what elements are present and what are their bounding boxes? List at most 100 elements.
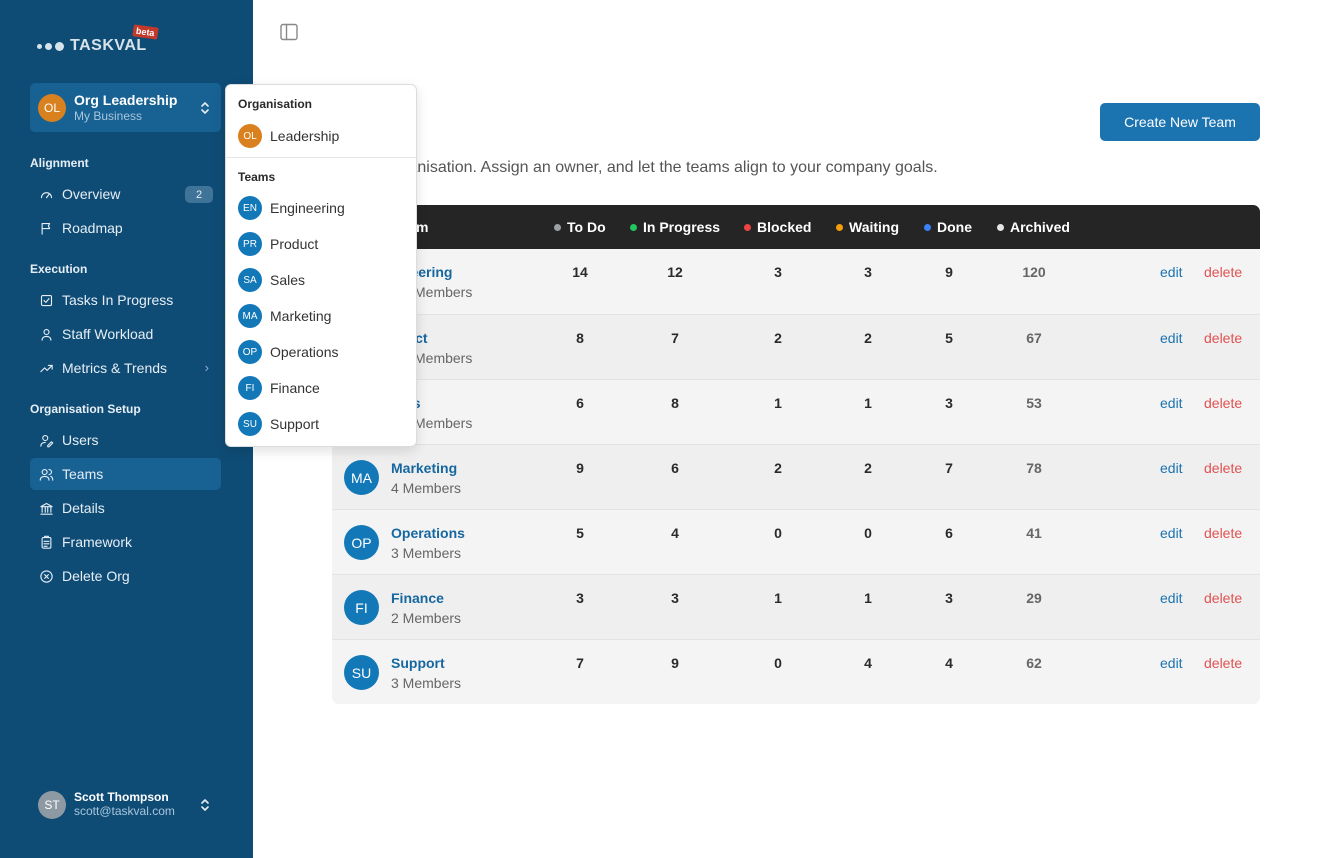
edit-link[interactable]: edit (1160, 460, 1183, 476)
delete-link[interactable]: delete (1204, 655, 1242, 671)
count-blocked: 2 (774, 330, 782, 346)
sidebar-item-label: Delete Org (62, 568, 130, 584)
edit-link[interactable]: edit (1160, 330, 1183, 346)
clipboard-icon (38, 534, 54, 550)
dropdown-team-item[interactable]: FI Finance (230, 372, 414, 404)
sidebar-item-tasks-in-progress[interactable]: Tasks In Progress (30, 284, 221, 316)
team-member-count: 3 Members (391, 675, 462, 691)
delete-link[interactable]: delete (1204, 460, 1242, 476)
sidebar-item-overview[interactable]: Overview 2 (30, 178, 221, 210)
count-done: 7 (945, 460, 953, 476)
users-icon (38, 466, 54, 482)
dropdown-team-item[interactable]: MA Marketing (230, 300, 414, 332)
table-body: ineeringMembers1412339120editdeleteductM… (332, 249, 1260, 704)
count-blocked: 0 (774, 655, 782, 671)
sidebar-item-label: Teams (62, 466, 104, 482)
table-row: OP Operations 3 Members 5 4 0 0 6 41 edit delete (332, 509, 1260, 574)
dropdown-team-item[interactable]: OP Operations (230, 336, 414, 368)
dropdown-team-item[interactable]: SA Sales (230, 264, 414, 296)
team-avatar: PR (238, 232, 262, 256)
user-icon (38, 326, 54, 342)
page-description: to your organisation. Assign an owner, a… (332, 159, 938, 176)
dropdown-item-label: Marketing (270, 308, 332, 324)
header-blocked: Blocked (744, 219, 811, 235)
create-new-team-button[interactable]: Create New Team (1100, 103, 1260, 141)
count-archived: 29 (1026, 590, 1042, 606)
sidebar-item-details[interactable]: Details (30, 492, 221, 524)
count-archived: 78 (1026, 460, 1042, 476)
dropdown-item-label: Operations (270, 344, 339, 360)
team-member-count: Members (414, 284, 473, 300)
circle-x-icon (38, 568, 54, 584)
dropdown-team-item[interactable]: EN Engineering (230, 192, 414, 224)
chevron-updown-icon (199, 99, 211, 117)
team-name-link[interactable]: Operations (391, 525, 465, 541)
count-todo: 7 (576, 655, 584, 671)
delete-link[interactable]: delete (1204, 330, 1242, 346)
edit-link[interactable]: edit (1160, 655, 1183, 671)
todo-dot-icon (554, 223, 561, 231)
org-avatar: OL (238, 124, 262, 148)
count-archived: 120 (1022, 264, 1046, 280)
count-archived: 62 (1026, 655, 1042, 671)
org-avatar: OL (38, 93, 66, 122)
dropdown-item-label: Support (270, 416, 320, 432)
sidebar-item-users[interactable]: Users (30, 424, 221, 456)
sidebar-toggle-icon[interactable] (280, 23, 298, 41)
table-row: MA Marketing 4 Members 9 6 2 2 7 78 edit delete (332, 444, 1260, 509)
user-menu[interactable]: ST Scott Thompson scott@taskval.com (30, 785, 221, 825)
sidebar-item-metrics-trends[interactable]: Metrics & Trends › (30, 352, 221, 384)
edit-link[interactable]: edit (1160, 525, 1183, 541)
count-blocked: 1 (774, 590, 782, 606)
edit-link[interactable]: edit (1160, 264, 1183, 280)
team-avatar: SU (344, 655, 379, 690)
bank-icon (38, 500, 54, 516)
count-done: 4 (945, 655, 953, 671)
dropdown-team-item[interactable]: SU Support (230, 408, 414, 440)
delete-link[interactable]: delete (1204, 395, 1242, 411)
count-archived: 41 (1026, 525, 1042, 541)
sidebar-item-staff-workload[interactable]: Staff Workload (30, 318, 221, 350)
count-waiting: 1 (864, 395, 872, 411)
user-avatar: ST (38, 791, 66, 819)
count-blocked: 2 (774, 460, 782, 476)
team-name-link[interactable]: Finance (391, 590, 444, 606)
flag-icon (38, 220, 54, 236)
table-row: ineering Members 14 12 3 3 9 120 edit delete (332, 249, 1260, 314)
count-todo: 5 (576, 525, 584, 541)
dropdown-item-label: Product (270, 236, 319, 252)
dropdown-team-item[interactable]: PR Product (230, 228, 414, 260)
team-name-link[interactable]: Support (391, 655, 445, 671)
done-dot-icon (924, 223, 931, 231)
dropdown-divider (226, 157, 416, 158)
count-todo: 3 (576, 590, 584, 606)
sidebar-item-label: Users (62, 432, 99, 448)
delete-link[interactable]: delete (1204, 590, 1242, 606)
dropdown-org-label: Organisation (238, 97, 313, 111)
app-logo[interactable]: TASKVAL beta (37, 24, 159, 56)
edit-link[interactable]: edit (1160, 395, 1183, 411)
count-blocked: 0 (774, 525, 782, 541)
org-switcher[interactable]: OL Org Leadership My Business (30, 83, 221, 132)
delete-link[interactable]: delete (1204, 264, 1242, 280)
sidebar-item-delete-org[interactable]: Delete Org (30, 560, 221, 592)
delete-link[interactable]: delete (1204, 525, 1242, 541)
sidebar-item-teams[interactable]: Teams (30, 458, 221, 490)
count-todo: 6 (576, 395, 584, 411)
count-waiting: 2 (864, 330, 872, 346)
sidebar: TASKVAL beta OL Org Leadership My Busine… (0, 0, 253, 858)
team-avatar: SU (238, 412, 262, 436)
edit-link[interactable]: edit (1160, 590, 1183, 606)
user-email: scott@taskval.com (74, 804, 175, 818)
sidebar-item-label: Overview (62, 186, 121, 202)
sidebar-item-roadmap[interactable]: Roadmap (30, 212, 221, 244)
team-avatar: OP (238, 340, 262, 364)
table-header: m To Do In Progress Blocked Waiting Done… (332, 205, 1260, 249)
dropdown-org-item[interactable]: OL Leadership (230, 120, 414, 152)
org-team-dropdown: Organisation OL Leadership Teams EN Engin… (225, 84, 417, 447)
team-name-link[interactable]: Marketing (391, 460, 457, 476)
waiting-dot-icon (836, 223, 843, 231)
count-in-progress: 7 (671, 330, 679, 346)
sidebar-item-framework[interactable]: Framework (30, 526, 221, 558)
team-avatar: MA (344, 460, 379, 495)
